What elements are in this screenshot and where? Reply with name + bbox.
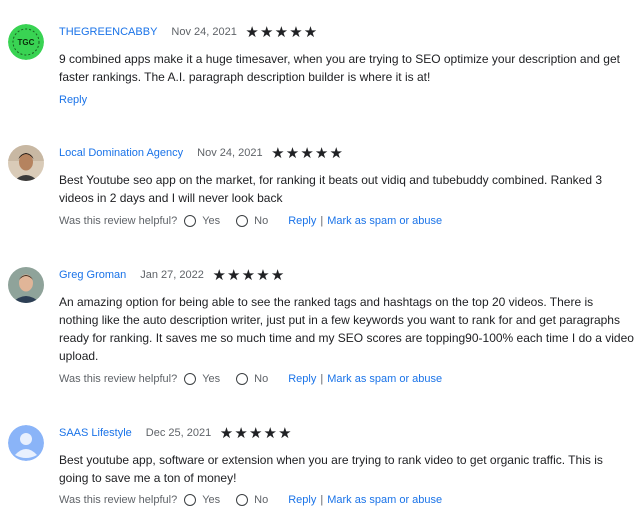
star-icon: ★ [271,144,285,162]
star-icon: ★ [314,144,329,162]
star-icon: ★ [248,424,263,442]
review-text: Best Youtube seo app on the market, for … [59,173,603,205]
no-radio[interactable] [236,494,249,506]
no-label: No [254,494,269,506]
helpful-question: Was this review helpful? [59,215,178,227]
link-separator: | [320,373,324,385]
yes-label: Yes [202,215,221,227]
review-text: An amazing option for being able to see … [59,295,634,363]
mark-spam-link[interactable]: Mark as spam or abuse [327,494,442,506]
person-photo-icon [8,145,44,181]
review-header: SAAS Lifestyle Dec 25, 2021 ★ ★ ★ ★ ★ [59,425,292,441]
author-name[interactable]: SAAS Lifestyle [59,427,132,439]
star-icon: ★ [219,424,234,442]
yes-radio[interactable] [184,373,197,385]
helpful-row: Was this review helpful? Yes No Reply | … [59,215,442,227]
helpful-no-option[interactable]: No [236,494,268,506]
star-icon: ★ [278,424,292,442]
author-name[interactable]: Local Domination Agency [59,147,183,159]
avatar-logo-text: TGC [18,38,35,47]
review-header: Greg Groman Jan 27, 2022 ★ ★ ★ ★ ★ [59,267,285,283]
reply-link[interactable]: Reply [288,373,316,385]
review-date: Nov 24, 2021 [197,147,263,159]
author-name[interactable]: Greg Groman [59,269,126,281]
yes-radio[interactable] [184,494,197,506]
person-photo-icon [8,267,44,303]
no-label: No [254,373,269,385]
review-date: Nov 24, 2021 [171,26,237,38]
star-icon: ★ [241,266,256,284]
helpful-question: Was this review helpful? [59,494,178,506]
star-icon: ★ [300,144,314,162]
helpful-yes-option[interactable]: Yes [184,373,220,385]
mark-spam-link[interactable]: Mark as spam or abuse [327,373,442,385]
no-radio[interactable] [236,373,249,385]
helpful-row: Was this review helpful? Yes No Reply | … [59,494,442,506]
star-icon: ★ [329,144,343,162]
yes-label: Yes [202,494,221,506]
helpful-yes-option[interactable]: Yes [184,215,220,227]
reply-link[interactable]: Reply [59,94,87,106]
no-label: No [254,215,269,227]
star-rating: ★ ★ ★ ★ ★ [212,268,285,283]
green-circle-logo-icon: TGC [8,24,44,60]
reply-link[interactable]: Reply [288,215,316,227]
review-text: 9 combined apps make it a huge timesaver… [59,52,620,84]
star-icon: ★ [256,266,270,284]
avatar[interactable] [8,267,44,303]
review-header: Local Domination Agency Nov 24, 2021 ★ ★… [59,145,344,161]
default-person-avatar-icon [8,425,44,461]
star-icon: ★ [285,144,300,162]
helpful-no-option[interactable]: No [236,373,268,385]
star-icon: ★ [289,23,303,41]
review-text: Best youtube app, software or extension … [59,453,603,485]
star-rating: ★ ★ ★ ★ ★ [271,146,344,161]
review-header: THEGREENCABBY Nov 24, 2021 ★ ★ ★ ★ ★ [59,24,318,40]
mark-spam-link[interactable]: Mark as spam or abuse [327,215,442,227]
star-rating: ★ ★ ★ ★ ★ [219,426,292,441]
review-date: Dec 25, 2021 [145,427,212,439]
author-name[interactable]: THEGREENCABBY [59,26,157,38]
reply-link[interactable]: Reply [288,494,316,506]
link-separator: | [320,494,324,506]
link-separator: | [320,215,324,227]
helpful-yes-option[interactable]: Yes [184,494,220,506]
star-icon: ★ [260,23,274,41]
avatar[interactable]: TGC [8,24,44,60]
avatar[interactable] [8,425,44,461]
star-icon: ★ [274,23,289,41]
yes-radio[interactable] [184,215,197,227]
star-icon: ★ [212,266,226,284]
star-icon: ★ [245,23,259,41]
star-rating: ★ ★ ★ ★ ★ [245,25,318,40]
no-radio[interactable] [236,215,249,227]
helpful-no-option[interactable]: No [236,215,268,227]
star-icon: ★ [303,23,318,41]
star-icon: ★ [270,266,285,284]
helpful-question: Was this review helpful? [59,373,178,385]
helpful-row: Was this review helpful? Yes No Reply | … [59,373,442,385]
star-icon: ★ [227,266,241,284]
star-icon: ★ [234,424,248,442]
review-date: Jan 27, 2022 [140,269,204,281]
yes-label: Yes [202,373,221,385]
star-icon: ★ [263,424,277,442]
avatar[interactable] [8,145,44,181]
